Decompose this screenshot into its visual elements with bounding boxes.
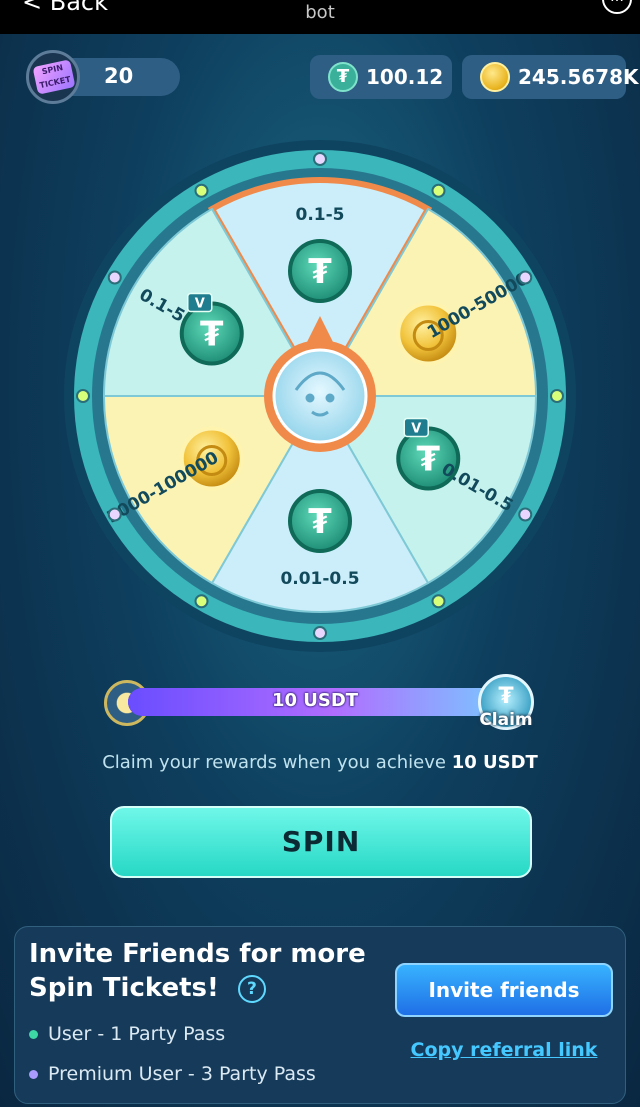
gold-coin-icon — [480, 62, 510, 92]
progress-label: 10 USDT — [271, 690, 359, 711]
usdt-balance-pill: ₮ 100.12 — [310, 55, 452, 99]
tether-symbol: ₮ — [416, 440, 440, 480]
coin-balance: 245.5678K — [518, 65, 639, 89]
rim-light — [518, 507, 533, 522]
spin-ticket-counter: SPIN TICKET 20 — [26, 50, 180, 104]
rim-light — [194, 183, 209, 198]
dog-mascot-icon[interactable] — [272, 348, 368, 444]
bullet-premium: Premium User - 3 Party Pass — [29, 1063, 316, 1085]
invite-title: Invite Friends for more Spin Tickets! ? — [29, 937, 369, 1005]
invite-friends-button[interactable]: Invite friends — [395, 963, 613, 1017]
verified-badge-label: V — [411, 422, 421, 437]
reward-progress-bar: 10 USDT — [128, 688, 502, 716]
invite-card: Invite Friends for more Spin Tickets! ? … — [14, 926, 626, 1104]
bullet-premium-text: Premium User - 3 Party Pass — [48, 1063, 316, 1085]
claim-button[interactable]: Claim — [470, 710, 542, 730]
rim-light — [431, 594, 446, 609]
bullet-dot — [29, 1030, 38, 1039]
top-bar: < Back bot … — [0, 0, 640, 34]
tether-symbol: ₮ — [308, 502, 332, 542]
rim-light — [550, 389, 564, 403]
bullet-user-text: User - 1 Party Pass — [48, 1023, 226, 1045]
rim-light — [194, 594, 209, 609]
ticket-icon-label: SPIN TICKET — [32, 59, 76, 95]
prize-wheel: ₮0.1-51000-50000₮V0.01-0.5₮0.01-0.55000-… — [64, 140, 576, 652]
bullet-dot — [29, 1070, 38, 1079]
coin-balance-pill: 245.5678K — [462, 55, 639, 99]
claim-instructions-prefix: Claim your rewards when you achieve — [102, 752, 446, 773]
tether-icon: ₮ — [328, 62, 358, 92]
rim-light — [313, 152, 327, 166]
invite-title-line2: Spin Tickets! — [29, 973, 219, 1003]
claim-target: 10 USDT — [451, 752, 538, 773]
verified-badge-label: V — [195, 297, 205, 312]
claim-instructions: Claim your rewards when you achieve 10 U… — [0, 752, 640, 773]
spin-ticket-icon: SPIN TICKET — [26, 50, 80, 104]
tether-symbol: ₮ — [308, 252, 332, 292]
usdt-balance: 100.12 — [366, 65, 444, 89]
invite-title-line1: Invite Friends for more — [29, 939, 366, 969]
tether-symbol: ₮ — [200, 315, 224, 355]
segment-label: 0.01-0.5 — [280, 569, 359, 589]
rim-light — [313, 626, 327, 640]
rim-light — [76, 389, 90, 403]
ticket-count: 20 — [104, 64, 134, 88]
segment-label: 0.1-5 — [296, 205, 345, 225]
page-title: bot — [305, 2, 335, 23]
rim-light — [431, 183, 446, 198]
rim-light — [518, 270, 533, 285]
help-icon[interactable]: ? — [237, 974, 266, 1003]
spin-button[interactable]: SPIN — [110, 806, 532, 878]
copy-referral-link[interactable]: Copy referral link — [395, 1039, 613, 1061]
bullet-user: User - 1 Party Pass — [29, 1023, 225, 1045]
rim-light — [107, 270, 122, 285]
rim-light — [107, 507, 122, 522]
